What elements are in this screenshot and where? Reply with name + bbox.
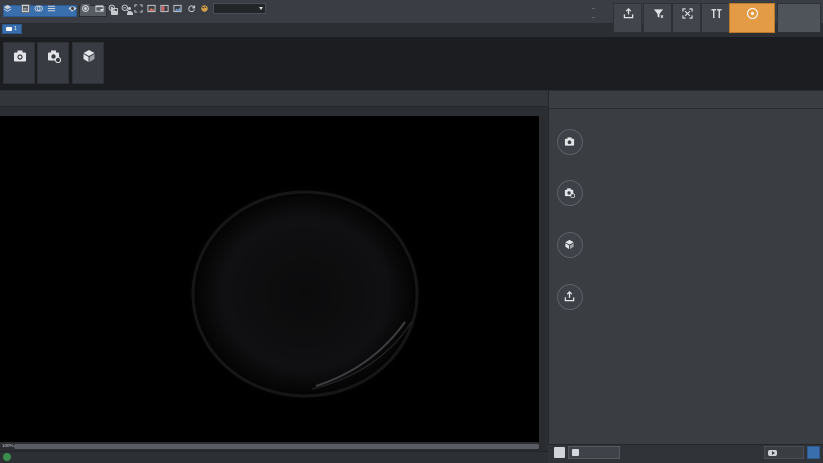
register-model-button[interactable] (568, 446, 620, 459)
view-select[interactable] (213, 3, 266, 14)
filter-icon (653, 9, 664, 18)
position-correct-icon (682, 8, 693, 19)
list-icon[interactable] (47, 4, 56, 13)
camera-image (187, 186, 423, 402)
camera-icon (6, 27, 12, 31)
svg-text:2D: 2D (23, 7, 28, 11)
detect-time-value: -- (592, 6, 595, 11)
refresh-icon[interactable] (187, 4, 196, 13)
overlay-icon[interactable] (34, 4, 43, 13)
upload-icon (564, 291, 575, 302)
step-camera-settings-icon-circle (557, 180, 583, 206)
scrollbar-thumb[interactable] (14, 444, 539, 449)
window-icon[interactable] (95, 4, 104, 13)
instructions-panel (548, 91, 823, 444)
vertical-scrollbar[interactable] (539, 116, 545, 442)
export-icon (623, 8, 634, 19)
fit-screen-icon[interactable] (134, 4, 143, 13)
open-camera-button[interactable] (3, 42, 35, 84)
camera-settings-button[interactable] (37, 42, 69, 84)
run-mode-button[interactable] (729, 3, 775, 33)
palette-icon[interactable] (200, 4, 209, 13)
output-time-value: -- (592, 15, 595, 20)
tab-camera-1[interactable]: 1 (2, 24, 22, 34)
timing-readout: -- -- (549, 4, 611, 22)
chevron-down-icon (259, 7, 263, 10)
zoom-level: 100% (2, 443, 14, 448)
ribbon-panel (0, 36, 823, 91)
step-add-tool-icon-circle (557, 232, 583, 258)
image-toolbar (0, 91, 548, 107)
zoom-in-icon[interactable] (108, 4, 117, 13)
run-mode-icon (747, 8, 758, 19)
camera-icon (564, 137, 575, 146)
image-canvas[interactable] (0, 116, 545, 442)
camera-icon (14, 50, 26, 62)
status-indicator-icon (3, 453, 11, 461)
blank-toolbar-button[interactable] (777, 3, 821, 33)
tab-camera-label: 1 (14, 26, 17, 32)
output-settings-button[interactable] (613, 3, 642, 33)
eye-icon[interactable] (68, 4, 77, 13)
add-tool-icon (565, 239, 574, 250)
position-correct-button[interactable] (672, 3, 701, 33)
step-output-icon-circle (557, 284, 583, 310)
video-icon (768, 450, 777, 456)
corner-button[interactable] (807, 446, 820, 459)
status-bar (0, 451, 548, 463)
image-compare-icon[interactable] (160, 4, 169, 13)
step-capture-icon-circle (557, 129, 583, 155)
camera-settings-icon (564, 188, 575, 198)
document-icon[interactable] (554, 447, 565, 458)
zoom-out-icon[interactable] (121, 4, 130, 13)
practical-functions-button[interactable] (701, 3, 730, 33)
condition-settings-button[interactable] (643, 3, 672, 33)
video-run-button[interactable] (764, 446, 804, 459)
image-save-icon[interactable] (173, 4, 182, 13)
horizontal-scrollbar[interactable] (0, 442, 545, 451)
image-icon[interactable] (147, 4, 156, 13)
text-tools-icon (711, 9, 722, 19)
capture-icon[interactable] (81, 4, 90, 13)
camera-settings-icon (48, 50, 61, 63)
add-tool-icon (83, 50, 95, 62)
panel-divider (549, 108, 823, 109)
add-tool-button[interactable] (72, 42, 104, 84)
layers-icon[interactable] (3, 4, 12, 13)
image-2d-icon[interactable]: 2D (21, 4, 30, 13)
image-icon (572, 449, 579, 456)
